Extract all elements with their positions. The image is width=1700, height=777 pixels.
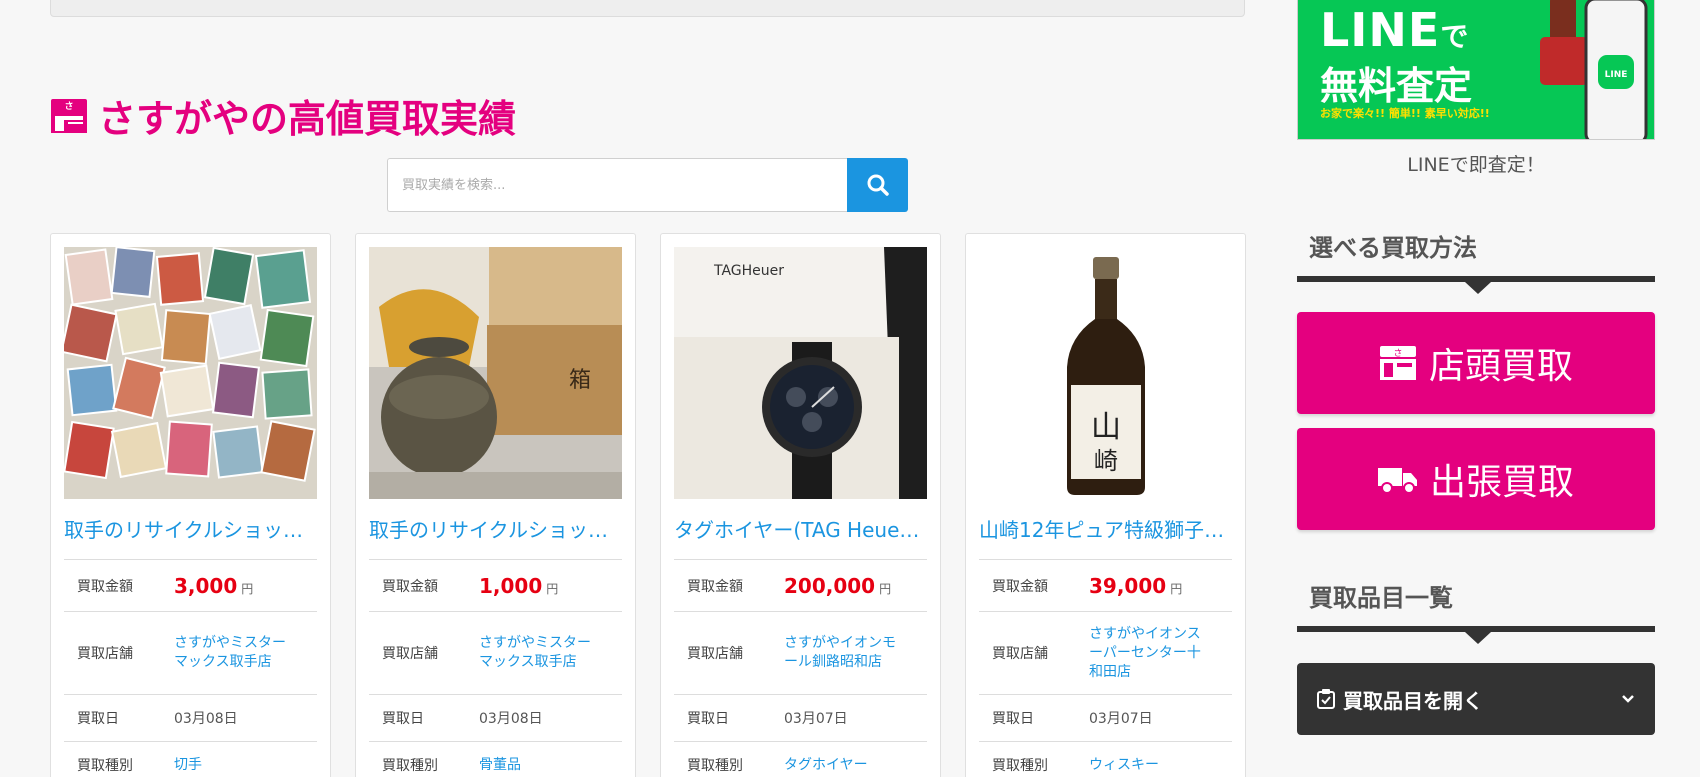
result-card: TAGHeuer タグホイヤー(TAG Heuer)カレラを買取 買取金額200…	[660, 233, 941, 777]
methods-heading-text: 選べる買取方法	[1309, 234, 1477, 262]
store-label: 買取店舗	[369, 611, 479, 695]
line-caption: LINEで即査定！	[1407, 154, 1545, 176]
heading-divider	[1297, 276, 1655, 294]
search-bar	[387, 158, 908, 212]
category-link[interactable]: 骨董品	[479, 757, 521, 773]
whisky-image: 山 崎	[979, 247, 1232, 499]
search-input[interactable]	[387, 158, 847, 212]
price-label: 買取金額	[674, 559, 784, 612]
line-banner[interactable]: LINEで 無料査定 お家で楽々!! 簡単!! 素早い対応!! LINE	[1297, 0, 1655, 140]
date-label: 買取日	[674, 694, 784, 742]
date-value: 03月08日	[479, 694, 622, 742]
category-link[interactable]: タグホイヤー	[784, 757, 868, 773]
store-buy-label: 店頭買取	[1428, 346, 1573, 387]
date-label: 買取日	[979, 694, 1089, 742]
result-details: 買取金額 39,000 円 買取店舗 さすがやイオンスーパーセンター十和田店 買取日 0…	[979, 559, 1232, 777]
category-label: 買取種別	[979, 741, 1089, 777]
store-link[interactable]: さすがやイオンスーパーセンター十和田店	[1089, 625, 1209, 682]
date-label: 買取日	[64, 694, 174, 742]
watch-image: TAGHeuer	[674, 247, 927, 499]
result-card: 山 崎 山崎12年ピュア特級獅子ラベルを買取 買取金額39,000円 買取店舗さ…	[965, 233, 1246, 777]
category-label: 買取種別	[64, 741, 174, 777]
price-value: 1,000	[479, 573, 543, 598]
items-heading: 買取品目一覧	[1297, 578, 1655, 644]
line-banner-line2: 無料査定	[1320, 64, 1473, 108]
result-details: 買取金額 200,000 円 買取店舗 さすがやイオンモール釧路昭和店 買取日 03月0…	[674, 559, 927, 777]
category-link[interactable]: 切手	[174, 757, 202, 773]
result-details: 買取金額 3,000 円 買取店舗 さすがやミスターマックス取手店 買取日 03月08日…	[64, 559, 317, 777]
truck-icon	[1377, 468, 1417, 494]
price-value: 3,000	[174, 573, 238, 598]
antique-pot-image: 箱	[369, 247, 622, 499]
chevron-down-icon	[1622, 695, 1634, 703]
price-label: 買取金額	[979, 559, 1089, 612]
shop-icon: さ	[1379, 346, 1416, 380]
search-icon	[867, 174, 889, 196]
svg-text:LINE: LINE	[1605, 70, 1628, 80]
result-title[interactable]: 取手のリサイクルショップさすがやで切手を高価買取	[64, 515, 317, 545]
methods-heading: 選べる買取方法	[1297, 228, 1655, 294]
result-image-antique[interactable]: 箱	[369, 247, 622, 499]
store-link[interactable]: さすがやイオンモール釧路昭和店	[784, 634, 904, 672]
store-link[interactable]: さすがやミスターマックス取手店	[174, 634, 294, 672]
result-card: 箱 取手のリサイクルショップさすがやで骨董品を買取 買取金額1,000円 買取店…	[355, 233, 636, 777]
result-title[interactable]: タグホイヤー(TAG Heuer)カレラを買取	[674, 515, 927, 545]
store-label: 買取店舗	[674, 611, 784, 695]
svg-text:箱: 箱	[569, 368, 591, 393]
store-buy-button[interactable]: さ 店頭買取	[1297, 312, 1655, 414]
date-label: 買取日	[369, 694, 479, 742]
svg-text:さ: さ	[64, 101, 73, 112]
svg-text:山: 山	[1091, 410, 1121, 445]
price-value: 39,000	[1089, 573, 1167, 598]
price-value: 200,000	[784, 573, 876, 598]
heading-divider	[1297, 626, 1655, 644]
result-card: 取手のリサイクルショップさすがやで切手を高価買取 買取金額3,000円 買取店舗…	[50, 233, 331, 777]
price-label: 買取金額	[369, 559, 479, 612]
line-banner-line3: お家で楽々!! 簡単!! 素早い対応!!	[1320, 107, 1490, 120]
result-title[interactable]: 取手のリサイクルショップさすがやで骨董品を買取	[369, 515, 622, 545]
category-label: 買取種別	[369, 741, 479, 777]
store-link[interactable]: さすがやミスターマックス取手店	[479, 634, 599, 672]
items-heading-text: 買取品目一覧	[1309, 584, 1453, 612]
clipboard-check-icon	[1317, 689, 1335, 709]
date-value: 03月08日	[174, 694, 317, 742]
yen-unit: 円	[241, 581, 254, 596]
date-value: 03月07日	[784, 694, 927, 742]
search-button[interactable]	[847, 158, 908, 212]
section-title: さ さすがやの高値買取実績	[50, 88, 516, 143]
visit-buy-button[interactable]: 出張買取	[1297, 428, 1655, 530]
phone-icon: LINE	[1540, 0, 1648, 139]
category-label: 買取種別	[674, 741, 784, 777]
open-items-label: 買取品目を開く	[1343, 688, 1483, 713]
stamps-image	[64, 247, 317, 499]
store-label: 買取店舗	[979, 611, 1089, 695]
yen-unit: 円	[546, 581, 559, 596]
top-bar	[50, 0, 1245, 17]
yen-unit: 円	[1170, 581, 1183, 596]
shop-icon: さ	[51, 98, 87, 133]
section-title-text: さすがやの高値買取実績	[98, 97, 517, 141]
results-grid: 取手のリサイクルショップさすがやで切手を高価買取 買取金額3,000円 買取店舗…	[50, 233, 1246, 777]
line-banner-line1: LINEで	[1320, 3, 1470, 57]
result-image-whisky[interactable]: 山 崎	[979, 247, 1232, 499]
result-image-watch[interactable]: TAGHeuer	[674, 247, 927, 499]
store-label: 買取店舗	[64, 611, 174, 695]
open-items-button[interactable]: 買取品目を開く	[1297, 663, 1655, 735]
result-details: 買取金額 1,000 円 買取店舗 さすがやミスターマックス取手店 買取日 03月08日…	[369, 559, 622, 777]
result-title[interactable]: 山崎12年ピュア特級獅子ラベルを買取	[979, 515, 1232, 545]
date-value: 03月07日	[1089, 694, 1232, 742]
svg-text:さ: さ	[1393, 348, 1402, 359]
price-label: 買取金額	[64, 559, 174, 612]
yen-unit: 円	[879, 581, 892, 596]
visit-buy-label: 出張買取	[1429, 462, 1574, 503]
svg-text:崎: 崎	[1094, 447, 1118, 475]
result-image-stamps[interactable]	[64, 247, 317, 499]
svg-text:TAGHeuer: TAGHeuer	[713, 263, 784, 279]
category-link[interactable]: ウィスキー	[1089, 757, 1159, 773]
